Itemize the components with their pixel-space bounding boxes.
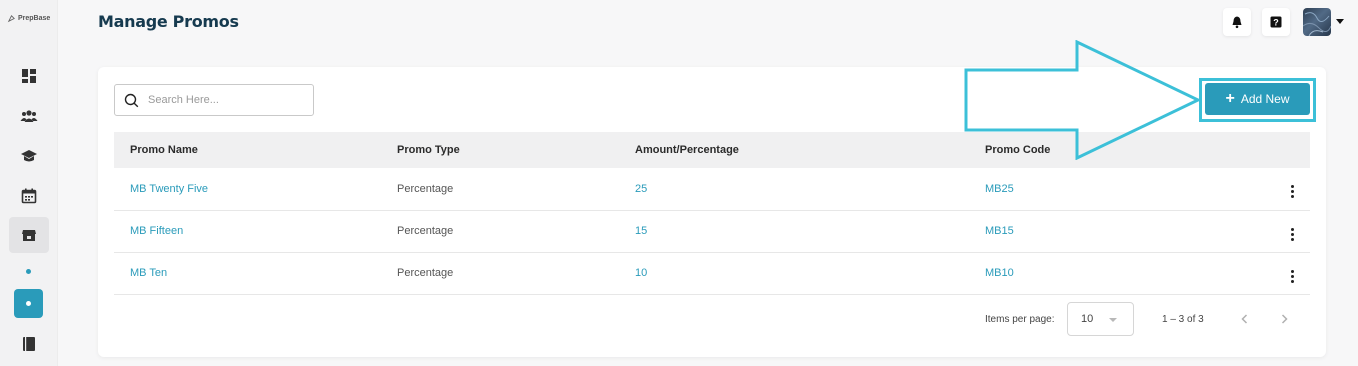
column-header-promo-type[interactable]: Promo Type [397, 132, 635, 168]
promo-amount-cell: 25 [635, 182, 648, 195]
sidebar-item-courses[interactable] [9, 138, 49, 174]
search-input[interactable] [148, 94, 298, 106]
book-icon [23, 337, 35, 351]
promo-type-cell: Percentage [397, 267, 454, 279]
sidebar-item-book[interactable] [9, 326, 49, 362]
avatar[interactable] [1303, 8, 1331, 36]
notification-button[interactable] [1223, 8, 1251, 36]
promo-amount-cell: 10 [635, 267, 648, 279]
avatar-image [1303, 12, 1331, 36]
sidebar-item-calendar[interactable] [9, 178, 49, 214]
add-new-label: Add New [1240, 92, 1290, 106]
row-actions-button[interactable] [1275, 210, 1310, 252]
previous-page-button[interactable] [1238, 312, 1252, 326]
app-logo[interactable]: PrepBase [7, 14, 50, 23]
graduation-cap-icon [21, 150, 37, 162]
table-row[interactable]: MB Fifteen Percentage 15 MB15 [114, 210, 1310, 252]
account-menu-caret-icon[interactable] [1336, 19, 1344, 24]
page-title: Manage Promos [98, 12, 239, 31]
search-box[interactable] [114, 84, 314, 116]
paginator: Items per page: 10 1 – 3 of 3 [98, 302, 1326, 336]
promo-type-cell: Percentage [397, 225, 454, 237]
items-per-page-value: 10 [1081, 313, 1094, 325]
row-actions-button[interactable] [1275, 168, 1310, 210]
promo-type-cell: Percentage [397, 182, 454, 195]
add-new-button[interactable]: + Add New [1205, 83, 1310, 115]
sidebar-subitem-promos[interactable] [14, 289, 43, 318]
bell-icon [1232, 16, 1242, 29]
sidebar-item-dashboard[interactable] [9, 58, 49, 94]
sidebar-item-store[interactable] [9, 217, 49, 253]
chevron-left-icon [1241, 314, 1248, 324]
promo-name-cell[interactable]: MB Ten [114, 252, 397, 294]
help-button[interactable]: ? [1262, 8, 1290, 36]
items-per-page-label: Items per page: [985, 314, 1055, 325]
promo-code-cell: MB10 [985, 267, 1014, 279]
promos-table: Promo Name Promo Type Amount/Percentage … [114, 132, 1310, 295]
promo-amount-cell: 15 [635, 225, 648, 237]
column-header-promo-code[interactable]: Promo Code [985, 132, 1275, 168]
more-vertical-icon [1291, 185, 1294, 199]
row-actions-button[interactable] [1275, 252, 1310, 294]
promo-code-cell: MB25 [985, 182, 1014, 195]
search-icon [124, 93, 139, 107]
promo-code-cell: MB15 [985, 225, 1014, 237]
svg-text:?: ? [1273, 18, 1279, 28]
dropdown-caret-icon [1109, 318, 1117, 322]
help-icon: ? [1270, 16, 1282, 28]
promos-card: + Add New Promo Name Promo Type Amount/P… [98, 67, 1326, 357]
column-header-promo-name[interactable]: Promo Name [114, 132, 397, 168]
users-icon [20, 110, 38, 122]
dashboard-icon [22, 69, 36, 83]
page-range-label: 1 – 3 of 3 [1162, 314, 1204, 325]
calendar-icon [21, 188, 37, 204]
logo-icon [7, 15, 15, 23]
table-header-row: Promo Name Promo Type Amount/Percentage … [114, 132, 1310, 168]
promo-name-cell[interactable]: MB Fifteen [114, 210, 397, 252]
more-vertical-icon [1291, 227, 1294, 241]
column-header-amount[interactable]: Amount/Percentage [635, 132, 985, 168]
store-icon [22, 230, 36, 241]
sidebar-item-users[interactable] [9, 98, 49, 134]
sidebar: PrepBase [0, 0, 58, 366]
items-per-page-select[interactable]: 10 [1067, 302, 1134, 336]
table-row[interactable]: MB Ten Percentage 10 MB10 [114, 252, 1310, 294]
table-row[interactable]: MB Twenty Five Percentage 25 MB25 [114, 168, 1310, 210]
sidebar-submenu-dot[interactable] [26, 269, 31, 274]
logo-text: PrepBase [18, 15, 51, 22]
plus-icon: + [1225, 90, 1235, 107]
promo-name-cell[interactable]: MB Twenty Five [114, 168, 397, 210]
column-header-actions [1275, 132, 1310, 168]
next-page-button[interactable] [1277, 312, 1291, 326]
more-vertical-icon [1291, 269, 1294, 283]
chevron-right-icon [1281, 314, 1288, 324]
